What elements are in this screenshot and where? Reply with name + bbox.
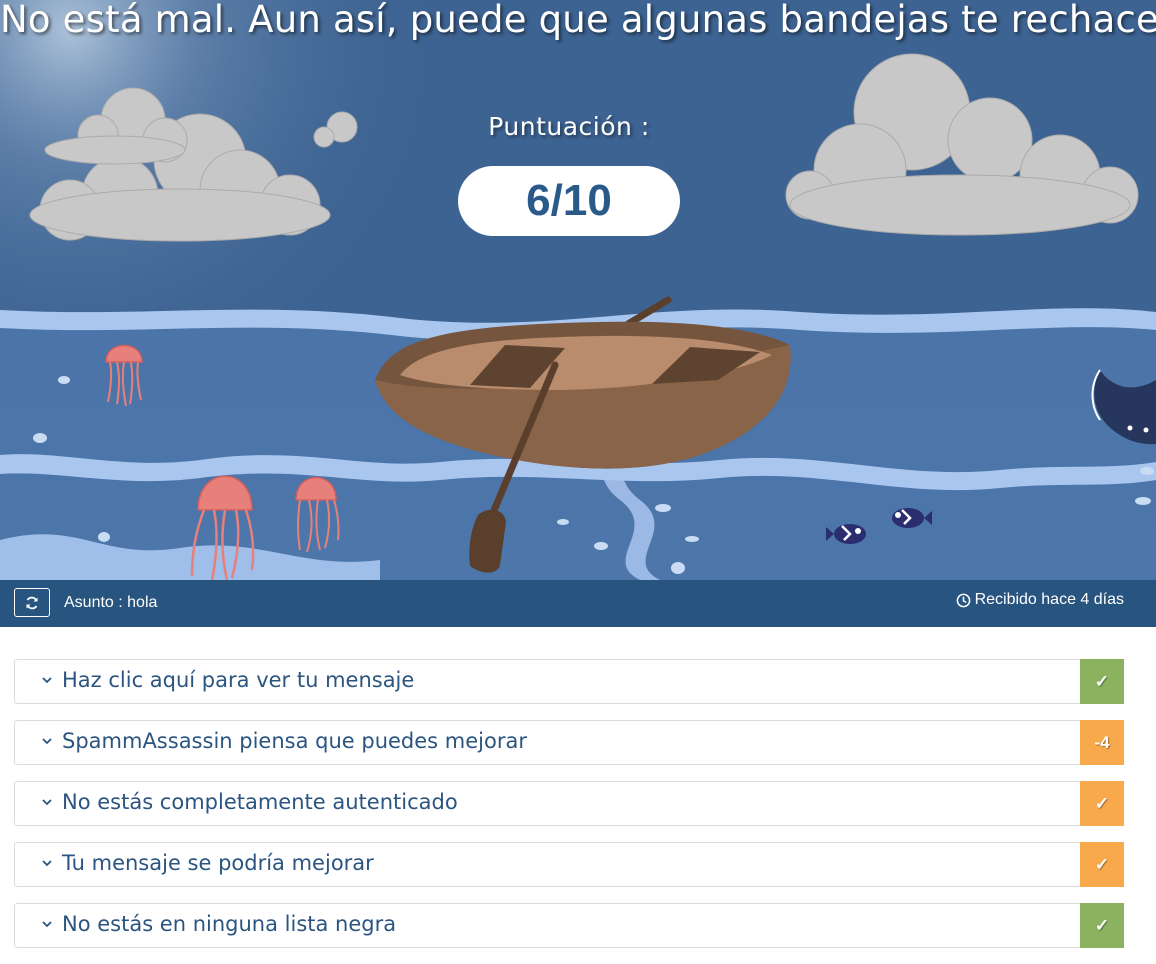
score-label: Puntuación : xyxy=(0,112,1138,141)
ocean-scene-illustration xyxy=(0,0,1156,580)
check-label: No estás en ninguna lista negra xyxy=(62,912,396,936)
check-row-message-improvement[interactable]: Tu mensaje se podría mejorar ✓ xyxy=(14,842,1124,887)
received-time: Recibido hace 4 días xyxy=(956,591,1124,609)
refresh-button[interactable] xyxy=(14,588,50,617)
chevron-down-icon xyxy=(41,735,53,747)
status-badge: ✓ xyxy=(1080,659,1124,704)
status-badge: -4 xyxy=(1080,720,1124,765)
subject-line: Asunto : hola xyxy=(64,594,157,612)
check-label: No estás completamente autenticado xyxy=(62,790,458,814)
status-badge: ✓ xyxy=(1080,842,1124,887)
refresh-icon xyxy=(25,596,39,610)
received-text: Recibido hace 4 días xyxy=(975,591,1124,609)
status-badge: ✓ xyxy=(1080,781,1124,826)
result-headline: No está mal. Aun así, puede que algunas … xyxy=(0,0,1156,41)
chevron-down-icon xyxy=(41,796,53,808)
check-row-blacklist[interactable]: No estás en ninguna lista negra ✓ xyxy=(14,903,1124,948)
message-info-bar: Asunto : hola Recibido hace 4 días xyxy=(0,580,1156,627)
subject-label: Asunto : xyxy=(64,594,123,611)
score-value: 6/10 xyxy=(458,166,680,236)
chevron-down-icon xyxy=(41,674,53,686)
chevron-down-icon xyxy=(41,918,53,930)
hero-banner: No está mal. Aun así, puede que algunas … xyxy=(0,0,1156,580)
check-label: SpammAssassin piensa que puedes mejorar xyxy=(62,729,527,753)
chevron-down-icon xyxy=(41,857,53,869)
check-label: Haz clic aquí para ver tu mensaje xyxy=(62,668,414,692)
check-list: Haz clic aquí para ver tu mensaje ✓ Spam… xyxy=(14,659,1124,964)
check-row-spamassassin[interactable]: SpammAssassin piensa que puedes mejorar … xyxy=(14,720,1124,765)
check-label: Tu mensaje se podría mejorar xyxy=(62,851,374,875)
subject-value: hola xyxy=(127,594,157,611)
clock-icon xyxy=(956,593,971,608)
check-row-authentication[interactable]: No estás completamente autenticado ✓ xyxy=(14,781,1124,826)
check-row-view-message[interactable]: Haz clic aquí para ver tu mensaje ✓ xyxy=(14,659,1124,704)
status-badge: ✓ xyxy=(1080,903,1124,948)
